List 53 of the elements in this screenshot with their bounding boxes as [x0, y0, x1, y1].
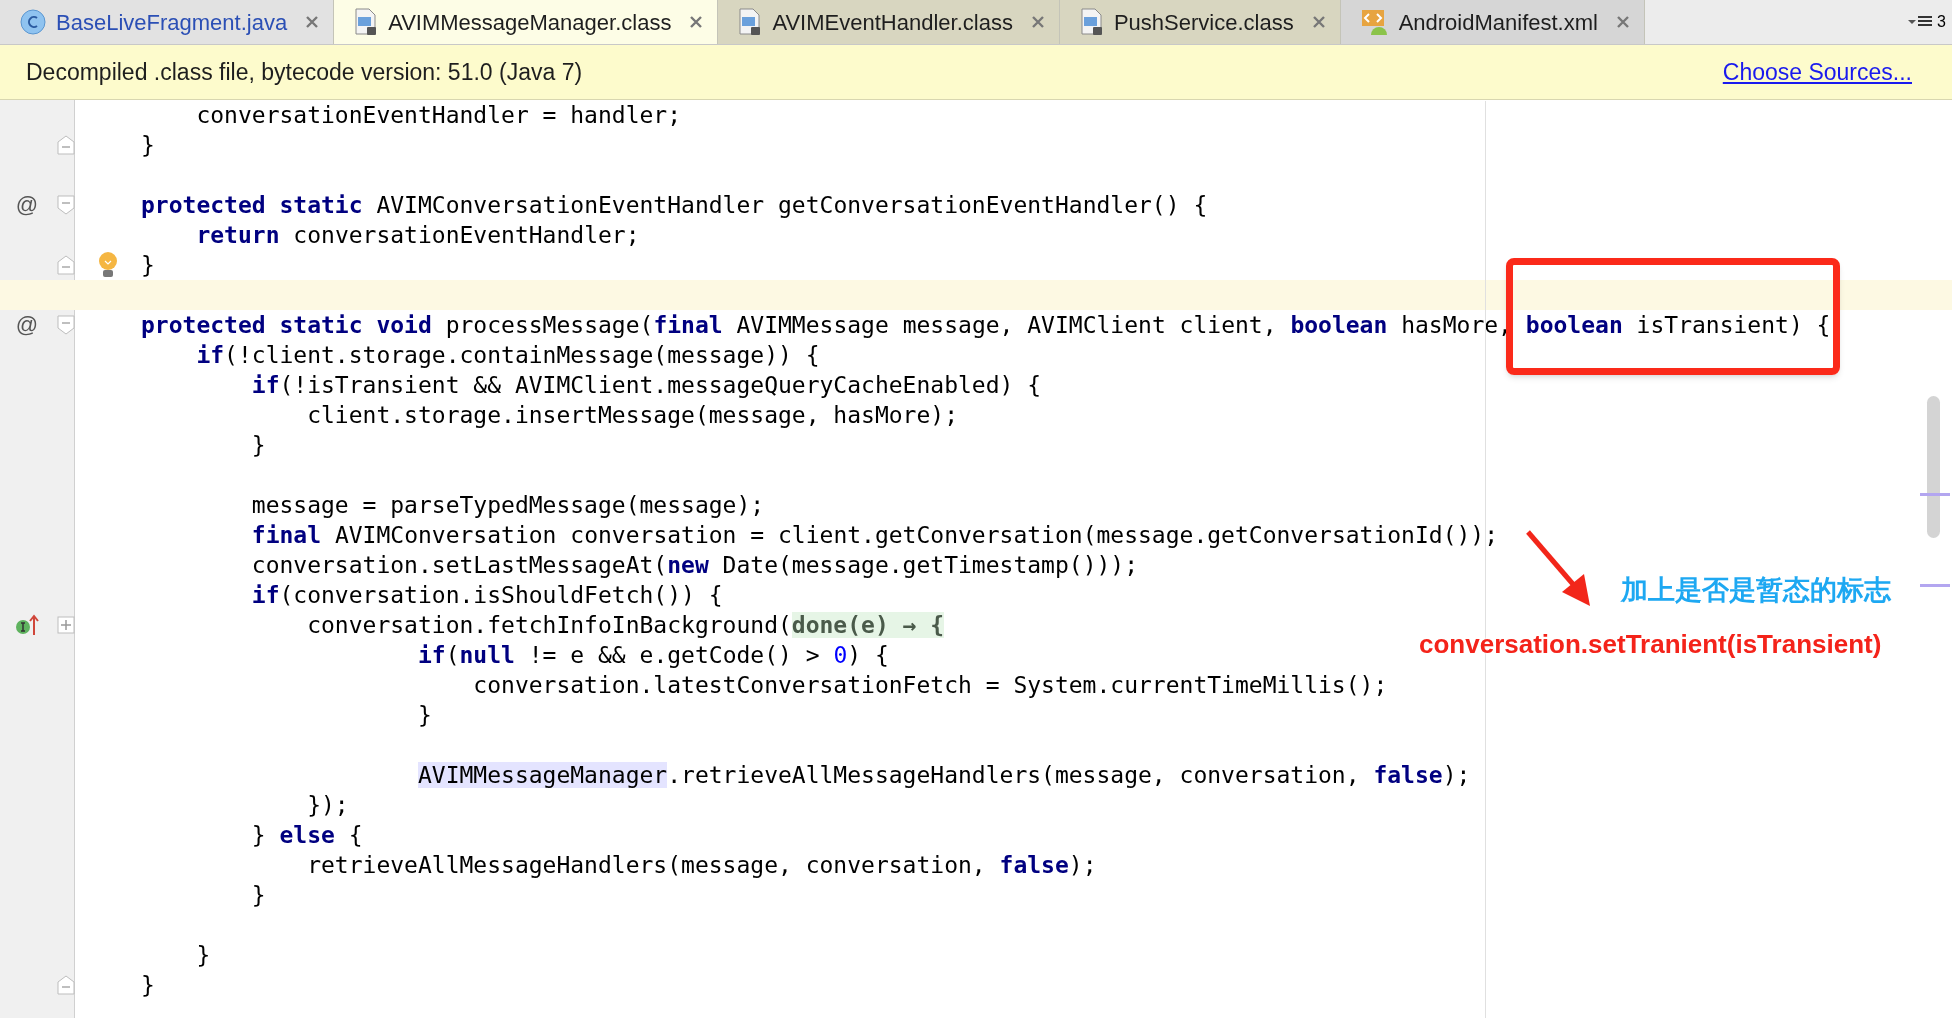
annotation-note: 加上是否是暂态的标志 — [1621, 574, 1891, 607]
expand-icon[interactable] — [57, 616, 75, 634]
code-line: message = parseTypedMessage(message); — [250, 491, 765, 520]
close-icon[interactable] — [305, 15, 320, 29]
scrollbar-thumb[interactable] — [1927, 396, 1940, 538]
code-line: } — [141, 971, 155, 1000]
editor-tab[interactable]: AVIMMessageManager.class — [334, 0, 719, 44]
code-line: protected static AVIMConversationEventHandler getConversationEventHandler() { — [141, 191, 1208, 220]
code-line: conversation.fetchInfoInBackground(done(e) → { — [306, 611, 945, 640]
fold-icon[interactable] — [57, 315, 75, 335]
annotation-marker[interactable]: @ — [15, 194, 39, 216]
code-line: }); — [306, 791, 349, 820]
code-line: retrieveAllMessageHandlers(message, conversation, false); — [306, 851, 1097, 880]
code-line: } — [195, 941, 211, 970]
code-line: } — [250, 881, 266, 910]
choose-sources-link[interactable]: Choose Sources... — [1722, 54, 1912, 90]
code-line: } — [141, 131, 155, 160]
xml-file-icon — [1360, 8, 1389, 36]
close-icon[interactable] — [1030, 15, 1045, 29]
code-line: if(conversation.isShouldFetch()) { — [250, 581, 723, 610]
code-line: protected static void processMessage(final AVIMMessage message, AVIMClient client, boolean hasMore, boolean isTransient) { — [141, 311, 1831, 340]
close-icon[interactable] — [1615, 15, 1630, 29]
code-line: if(!isTransient && AVIMClient.messageQueryCacheEnabled) { — [250, 371, 1042, 400]
annotation-marker[interactable]: @ — [15, 314, 39, 336]
code-line: return conversationEventHandler; — [195, 221, 640, 250]
binary-file-icon — [738, 8, 763, 36]
code-line: } — [141, 251, 155, 280]
implements-icon[interactable] — [15, 613, 39, 637]
list-icon — [1908, 15, 1935, 29]
banner-message: Decompiled .class file, bytecode version: 51.0 (Java 7) — [26, 57, 583, 87]
editor-tab[interactable]: AndroidManifest.xml — [1340, 0, 1645, 44]
editor-tab[interactable]: AVIMEventHandler.class — [718, 0, 1060, 44]
code-line: } — [416, 701, 432, 730]
code-line: if(!client.storage.containMessage(message)) { — [195, 341, 820, 370]
code-line: conversationEventHandler = handler; — [195, 101, 682, 130]
code-line: final AVIMConversation conversation = client.getConversation(message.getConversationId()); — [250, 521, 1499, 550]
code-line: conversation.latestConversationFetch = System.currentTimeMillis(); — [472, 671, 1388, 700]
code-line: if(null != e && e.getCode() > 0) { — [416, 641, 889, 670]
close-icon[interactable] — [1311, 15, 1326, 29]
code-line: client.storage.insertMessage(message, hasMore); — [306, 401, 958, 430]
code-line: AVIMMessageManager.retrieveAllMessageHandlers(message, conversation, false); — [416, 761, 1471, 790]
code-line: } — [250, 431, 266, 460]
binary-file-icon — [1079, 8, 1104, 36]
code-line: } else { — [250, 821, 363, 850]
fold-icon[interactable] — [57, 195, 75, 215]
class-icon — [20, 9, 46, 35]
code-line: conversation.setLastMessageAt(new Date(message.getTimestamp())); — [250, 551, 1139, 580]
annotation-code: conversation.setTranient(isTransient) — [1419, 628, 1882, 661]
editor-tab[interactable]: BaseLiveFragment.java — [0, 0, 335, 44]
binary-file-icon — [354, 8, 379, 36]
editor-tab[interactable]: PushService.class — [1059, 0, 1341, 44]
close-icon[interactable] — [689, 15, 704, 29]
lightbulb-icon[interactable] — [98, 251, 118, 279]
